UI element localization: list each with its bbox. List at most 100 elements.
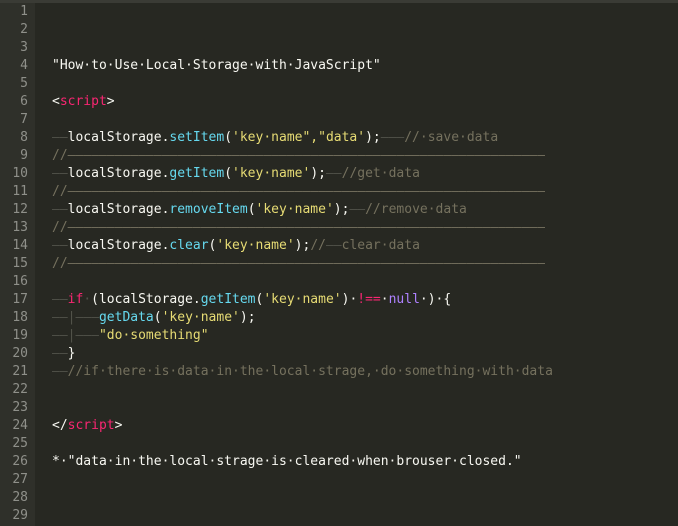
line-number: 16: [12, 274, 28, 289]
line-number: 6: [20, 94, 28, 109]
code-token: "How·to·Use·Local·Storage·with·JavaScrip…: [52, 58, 381, 73]
code-token: localStorage.: [67, 238, 170, 253]
code-line[interactable]: 4 "How·to·Use·Local·Storage·with·JavaScri…: [0, 57, 678, 75]
code-line[interactable]: 14 ——localStorage.clear('key·name');//——c…: [0, 237, 678, 255]
code-token: localStorage.: [67, 202, 170, 217]
code-line[interactable]: 29: [0, 507, 678, 525]
code-token: );: [239, 310, 256, 325]
code-line[interactable]: 6 <script>: [0, 93, 678, 111]
line-number: 25: [12, 436, 28, 451]
code-line[interactable]: 16: [0, 273, 678, 291]
code-line[interactable]: 9 //—————————————————————————————————————…: [0, 147, 678, 165]
code-token: getItem: [169, 166, 225, 181]
code-token: localStorage.: [67, 166, 170, 181]
code-token: ——: [52, 166, 68, 181]
code-line[interactable]: 21 ——//if·there·is·data·in·the·local·stra…: [0, 363, 678, 381]
code-content: "How·to·Use·Local·Storage·with·JavaScrip…: [52, 57, 381, 75]
code-token: )·: [341, 292, 358, 307]
code-token: //if·there·is·data·in·the·local·strage,·…: [67, 364, 553, 379]
line-number: 2: [20, 22, 28, 37]
line-number: 26: [12, 454, 28, 469]
code-line[interactable]: 24 </script>: [0, 417, 678, 435]
code-line[interactable]: 13 //————————————————————————————————————…: [0, 219, 678, 237]
code-line[interactable]: 12 ——localStorage.removeItem('key·name');…: [0, 201, 678, 219]
line-number: 1: [20, 4, 28, 19]
line-number: 8: [20, 130, 28, 145]
code-token: );: [294, 238, 311, 253]
code-token: ——: [52, 346, 68, 361]
line-number: 4: [20, 58, 28, 73]
code-line[interactable]: 28: [0, 489, 678, 507]
code-token: (: [224, 130, 233, 145]
code-line[interactable]: 2: [0, 21, 678, 39]
code-token: getItem: [200, 292, 256, 307]
code-token: removeItem: [169, 202, 248, 217]
code-line[interactable]: 8 ——localStorage.setItem('key·name","data…: [0, 129, 678, 147]
code-line[interactable]: 26 *·"data·in·the·local·strage·is·cleared…: [0, 453, 678, 471]
code-token: (: [224, 166, 233, 181]
code-line[interactable]: 5: [0, 75, 678, 93]
code-content: *·"data·in·the·local·strage·is·cleared·w…: [52, 453, 522, 471]
code-token: ——: [52, 292, 68, 307]
code-content: </script>: [52, 417, 122, 435]
code-line[interactable]: 15 //————————————————————————————————————…: [0, 255, 678, 273]
code-token: 'key·name","data': [232, 130, 366, 145]
code-line[interactable]: 25: [0, 435, 678, 453]
line-number: 27: [12, 472, 28, 487]
code-token: ——: [325, 166, 342, 181]
code-line[interactable]: 7: [0, 111, 678, 129]
code-token: 'key·name': [232, 166, 311, 181]
code-token: clear: [169, 238, 209, 253]
line-number: 13: [12, 220, 28, 235]
code-content: ——localStorage.setItem('key·name","data'…: [52, 129, 498, 147]
code-content: ——//if·there·is·data·in·the·local·strage…: [52, 363, 553, 381]
code-token: 'key·name': [216, 238, 295, 253]
line-number: 22: [12, 382, 28, 397]
code-line[interactable]: 17 ——if·(localStorage.getItem('key·name')…: [0, 291, 678, 309]
code-token: getData: [98, 310, 154, 325]
code-token: null: [388, 292, 420, 307]
code-line[interactable]: 18 ——|———getData('key·name');: [0, 309, 678, 327]
code-line[interactable]: 27: [0, 471, 678, 489]
code-token: clear·data: [341, 238, 420, 253]
code-token: //: [310, 238, 326, 253]
code-token: ——: [325, 238, 342, 253]
line-number: 9: [20, 148, 28, 163]
code-token: >: [106, 94, 115, 109]
code-token: ——|———: [52, 310, 99, 325]
code-token: //·save·data: [404, 130, 499, 145]
code-line[interactable]: 22: [0, 381, 678, 399]
code-content: ——}: [52, 345, 75, 363]
code-token: localStorage.: [67, 130, 170, 145]
code-editor[interactable]: 1 2 3 4 "How·to·Use·Local·Storage·with·JavaS…: [0, 0, 678, 526]
code-token: (: [153, 310, 162, 325]
code-line[interactable]: 11 //————————————————————————————————————…: [0, 183, 678, 201]
code-line[interactable]: 20 ——}: [0, 345, 678, 363]
code-line[interactable]: 10 ——localStorage.getItem('key·name');——/…: [0, 165, 678, 183]
code-content: //——————————————————————————————————————…: [52, 147, 545, 165]
code-content: ——|———"do·something": [52, 327, 209, 345]
code-line[interactable]: 1: [0, 3, 678, 21]
code-line[interactable]: 19 ——|———"do·something": [0, 327, 678, 345]
code-token: //——————————————————————————————————————…: [52, 148, 546, 163]
line-number: 11: [12, 184, 28, 199]
line-number: 12: [12, 202, 28, 217]
code-token: !==: [357, 292, 381, 307]
code-token: ·: [83, 292, 92, 307]
code-content: <script>: [52, 93, 115, 111]
code-line[interactable]: 23: [0, 399, 678, 417]
code-token: //——————————————————————————————————————…: [52, 256, 546, 271]
code-token: ——: [52, 202, 68, 217]
code-token: ——|———: [52, 328, 99, 343]
code-token: *·"data·in·the·local·strage·is·cleared·w…: [52, 454, 522, 469]
code-content: ——localStorage.clear('key·name');//——cle…: [52, 237, 420, 255]
code-token: 'key·name': [263, 292, 342, 307]
code-token: ·)·{: [419, 292, 452, 307]
line-number: 20: [12, 346, 28, 361]
code-line[interactable]: 3: [0, 39, 678, 57]
line-number: 21: [12, 364, 28, 379]
line-number: 18: [12, 310, 28, 325]
code-content: ——|———getData('key·name');: [52, 309, 256, 327]
code-token: ——: [349, 202, 366, 217]
code-token: "do·something": [98, 328, 209, 343]
